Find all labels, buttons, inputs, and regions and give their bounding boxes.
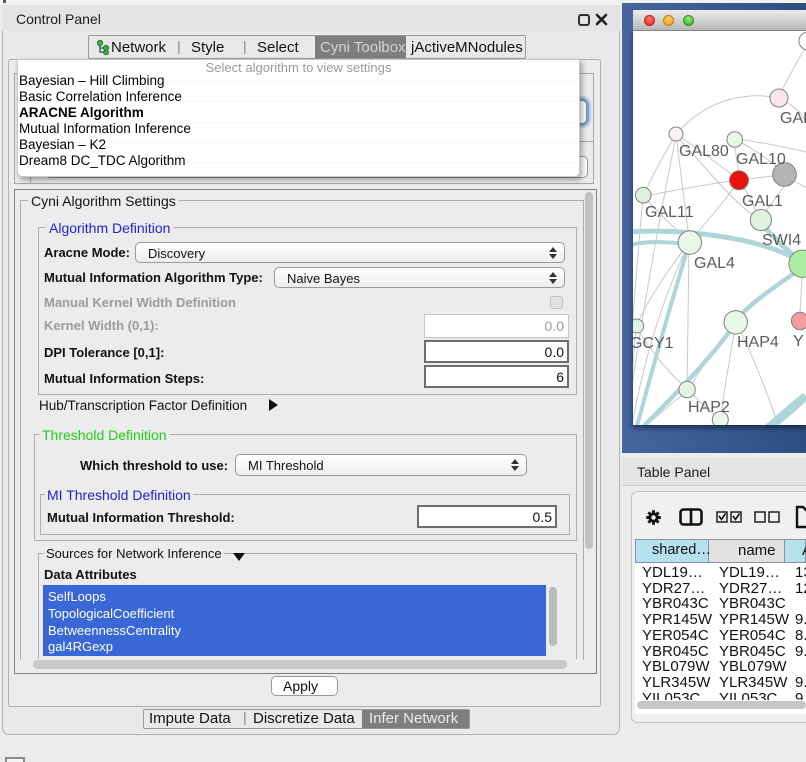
svg-text:SWI4: SWI4 (762, 232, 801, 249)
svg-text:GAL80: GAL80 (679, 143, 729, 160)
svg-text:GCY1: GCY1 (633, 335, 674, 352)
svg-text:GAL4: GAL4 (694, 255, 735, 272)
svg-text:GAL: GAL (780, 110, 806, 127)
svg-text:GAL10: GAL10 (736, 151, 786, 168)
svg-text:HAP4: HAP4 (737, 334, 779, 351)
svg-text:GAL11: GAL11 (645, 204, 694, 221)
svg-text:GAL1: GAL1 (742, 193, 783, 210)
svg-text:HAP2: HAP2 (688, 399, 730, 416)
svg-text:Y: Y (793, 333, 804, 350)
